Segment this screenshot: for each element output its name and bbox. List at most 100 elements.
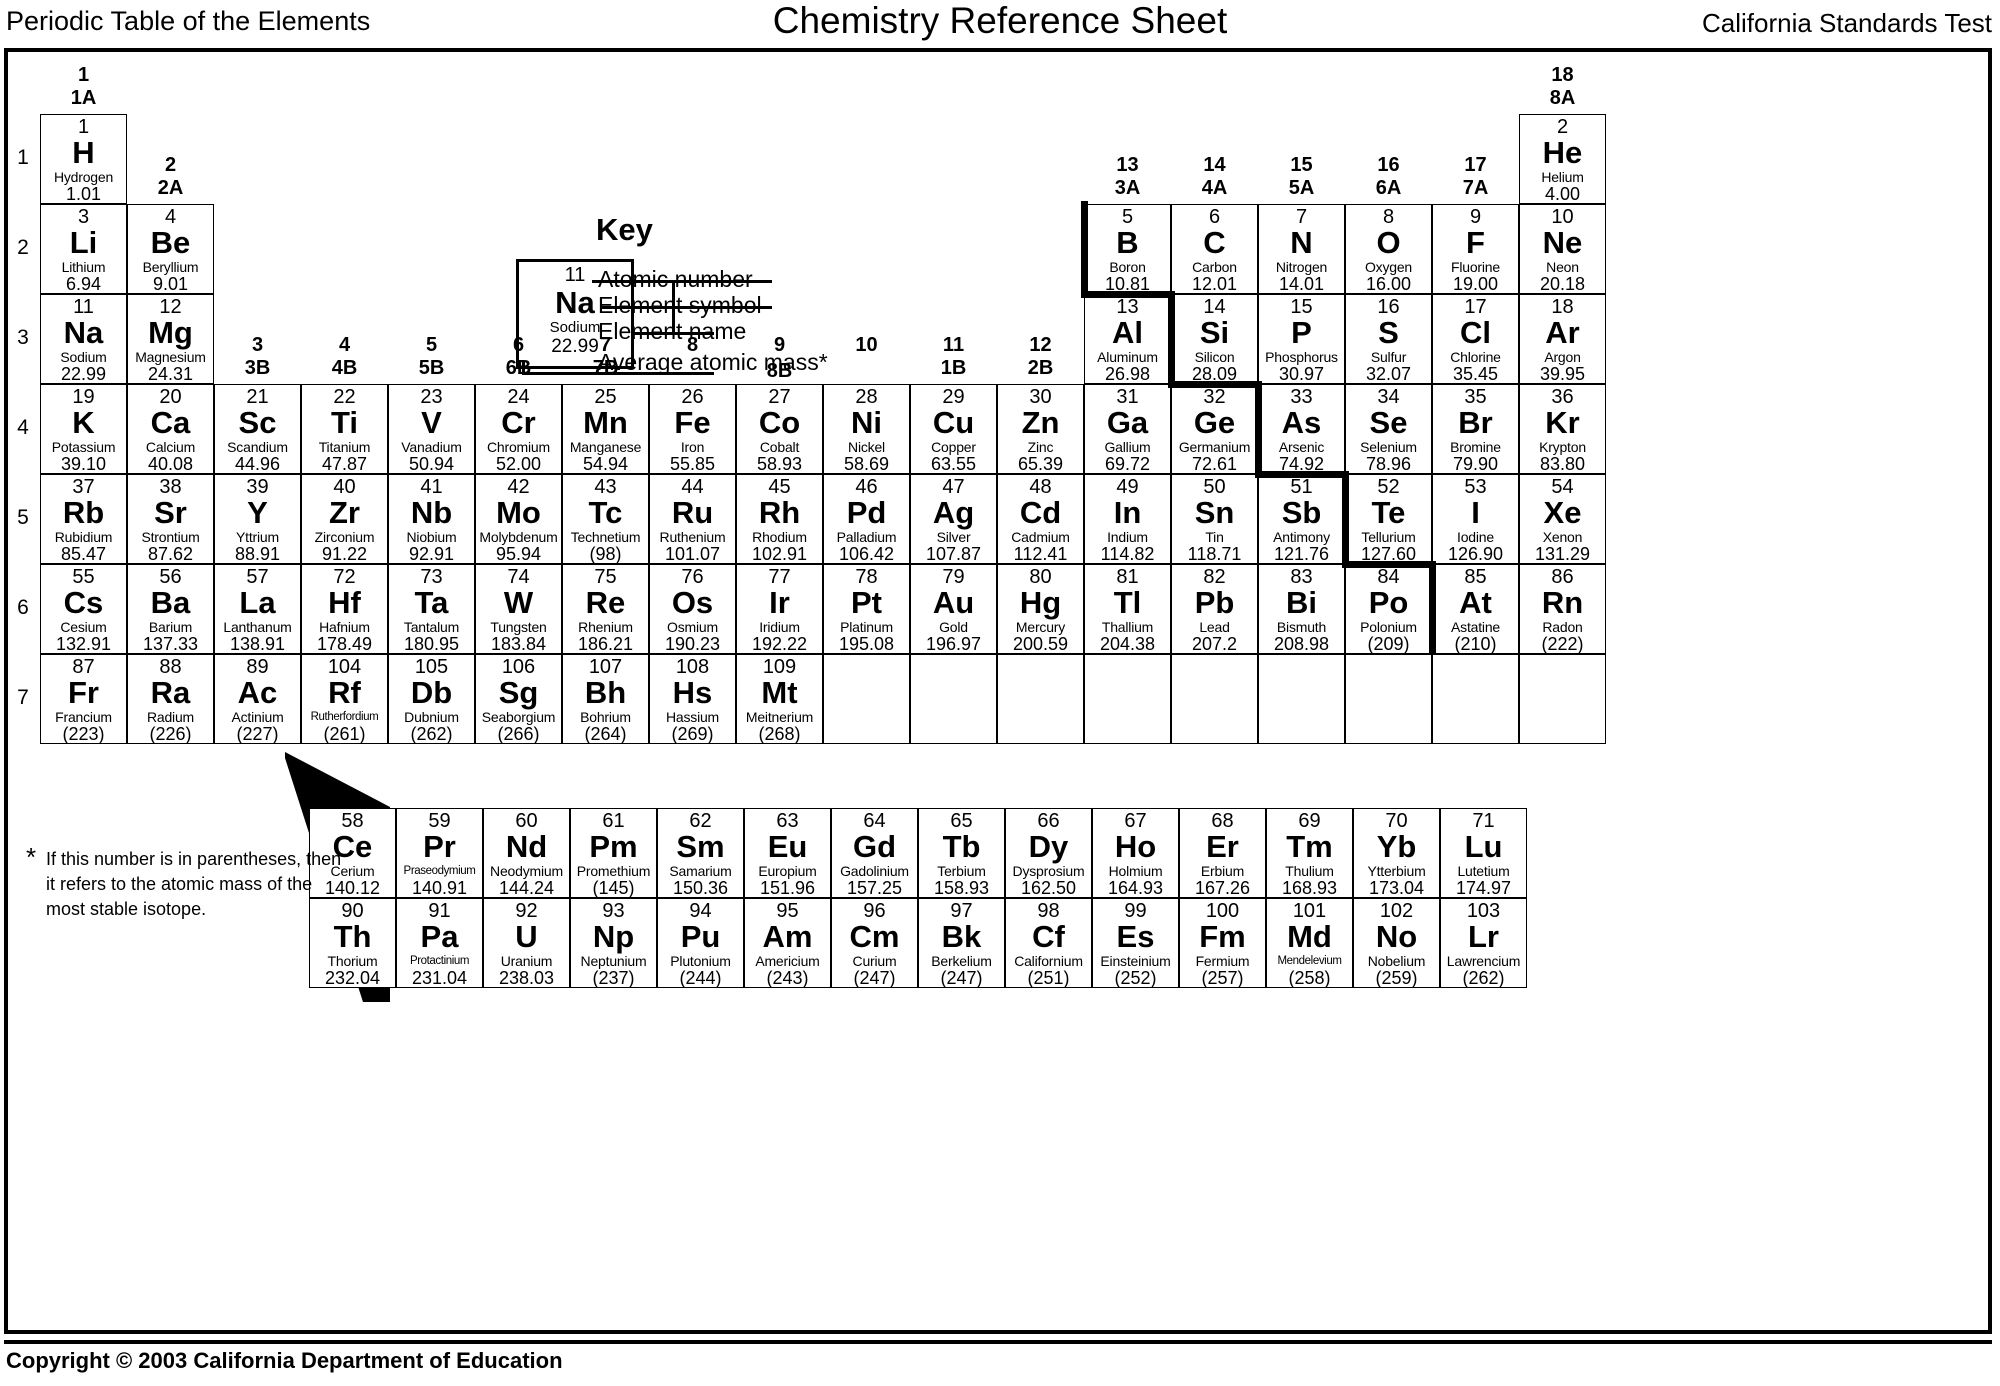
element-mass: 196.97: [925, 634, 982, 654]
element-mass: (264): [584, 724, 627, 744]
element-symbol: F: [1466, 225, 1485, 260]
element-mass: (268): [758, 724, 801, 744]
element-mass: 118.71: [1187, 544, 1242, 564]
element-symbol: Si: [1199, 315, 1230, 350]
element-symbol: Se: [1369, 405, 1408, 440]
element-name: Rhenium: [578, 619, 633, 635]
element-cell-Sb: 51 Sb Antimony 121.76: [1258, 474, 1345, 564]
group-header-16: 16 6A: [1345, 154, 1432, 200]
stair-v-al-si: [1168, 291, 1175, 384]
element-name: Argon: [1544, 349, 1581, 365]
element-name: Lawrencium: [1446, 953, 1521, 969]
element-symbol: Po: [1368, 585, 1409, 620]
element-cell-Nd: 60 Nd Neodymium 144.24: [483, 808, 570, 898]
element-name: Helium: [1541, 169, 1584, 185]
element-mass: 101.07: [664, 544, 721, 564]
element-name: Tin: [1205, 529, 1224, 545]
element-symbol: U: [515, 919, 538, 954]
element-cell-U: 92 U Uranium 238.03: [483, 898, 570, 988]
element-mass: 39.95: [1539, 364, 1586, 384]
element-cell-He: 2 He Helium 4.00: [1519, 114, 1606, 204]
element-cell-Pb: 82 Pb Lead 207.2: [1171, 564, 1258, 654]
element-symbol: Rh: [758, 495, 801, 530]
element-symbol: Pu: [680, 919, 721, 954]
element-cell-Br: 35 Br Bromine 79.90: [1432, 384, 1519, 474]
group-roman-label: 2B: [1027, 357, 1054, 379]
group-roman-label: 1B: [940, 357, 967, 379]
element-symbol: Te: [1371, 495, 1406, 530]
stair-h-as-sb: [1255, 471, 1348, 478]
element-mass: 158.93: [933, 878, 990, 898]
stair-v-ge-as: [1255, 381, 1262, 474]
element-mass: 192.22: [751, 634, 808, 654]
element-name: Promethium: [576, 863, 651, 879]
group-header-12: 12 2B: [997, 334, 1084, 380]
element-name: Hassium: [665, 709, 720, 725]
empty-cell: [997, 654, 1084, 744]
element-symbol: Mn: [583, 405, 628, 440]
element-name: Dysprosium: [1012, 863, 1085, 879]
element-name: Iodine: [1457, 529, 1494, 545]
element-symbol: Md: [1287, 919, 1332, 954]
element-symbol: Ag: [932, 495, 975, 530]
element-cell-Eu: 63 Eu Europium 151.96: [744, 808, 831, 898]
element-cell-F: 9 F Fluorine 19.00: [1432, 204, 1519, 294]
element-symbol: As: [1281, 405, 1322, 440]
element-cell-Rn: 86 Rn Radon (222): [1519, 564, 1606, 654]
element-cell-Ni: 28 Ni Nickel 58.69: [823, 384, 910, 474]
element-name: Neodymium: [490, 863, 563, 879]
footnote-text: If this number is in parentheses, then i…: [46, 847, 341, 922]
element-name: Carbon: [1192, 259, 1237, 275]
element-mass: 30.97: [1278, 364, 1325, 384]
group-header-11: 11 1B: [910, 334, 997, 380]
element-mass: 16.00: [1365, 274, 1412, 294]
element-name: Silicon: [1194, 349, 1235, 365]
element-symbol: Tc: [588, 495, 623, 530]
element-symbol: Cr: [501, 405, 536, 440]
element-mass: 151.96: [759, 878, 816, 898]
element-name: Lutetium: [1457, 863, 1510, 879]
element-mass: 114.82: [1100, 544, 1155, 564]
element-symbol: Xe: [1543, 495, 1582, 530]
element-cell-Au: 79 Au Gold 196.97: [910, 564, 997, 654]
element-cell-S: 16 S Sulfur 32.07: [1345, 294, 1432, 384]
element-name: Californium: [1014, 953, 1083, 969]
element-mass: 190.23: [664, 634, 721, 654]
element-cell-Pd: 46 Pd Palladium 106.42: [823, 474, 910, 564]
key-label-average-mass: Average atomic mass*: [598, 349, 828, 375]
element-cell-Tl: 81 Tl Thallium 204.38: [1084, 564, 1171, 654]
element-symbol: P: [1291, 315, 1312, 350]
element-symbol: Er: [1206, 829, 1239, 864]
element-mass: (98): [589, 544, 622, 564]
footnote-line-2: it refers to the atomic mass of the: [46, 874, 313, 894]
element-name: Aluminum: [1097, 349, 1158, 365]
empty-cell: [1084, 654, 1171, 744]
element-cell-Cr: 24 Cr Chromium 52.00: [475, 384, 562, 474]
element-symbol: Lr: [1468, 919, 1499, 954]
element-mass: 54.94: [582, 454, 629, 474]
element-symbol: Pm: [589, 829, 638, 864]
element-name: Cadmium: [1011, 529, 1070, 545]
element-symbol: Fm: [1199, 919, 1246, 954]
element-name: Praseodymium: [403, 865, 476, 877]
element-name: Ytterbium: [1367, 863, 1426, 879]
element-mass: 174.97: [1455, 878, 1512, 898]
element-cell-Kr: 36 Kr Krypton 83.80: [1519, 384, 1606, 474]
element-symbol: Pr: [423, 829, 456, 864]
empty-cell: [1432, 654, 1519, 744]
element-symbol: I: [1471, 495, 1480, 530]
element-cell-Tc: 43 Tc Technetium (98): [562, 474, 649, 564]
element-mass: (269): [671, 724, 714, 744]
element-cell-Pm: 61 Pm Promethium (145): [570, 808, 657, 898]
element-cell-Sm: 62 Sm Samarium 150.36: [657, 808, 744, 898]
element-name: Holmium: [1108, 863, 1163, 879]
element-mass: 95.94: [495, 544, 542, 564]
element-name: Astatine: [1451, 619, 1500, 635]
element-symbol: Tb: [942, 829, 981, 864]
element-cell-Pr: 59 Pr Praseodymium 140.91: [396, 808, 483, 898]
element-cell-C: 6 C Carbon 12.01: [1171, 204, 1258, 294]
element-symbol: Sg: [498, 675, 539, 710]
element-name: Nickel: [848, 439, 885, 455]
element-name: Nobelium: [1367, 953, 1426, 969]
element-symbol: Am: [762, 919, 813, 954]
